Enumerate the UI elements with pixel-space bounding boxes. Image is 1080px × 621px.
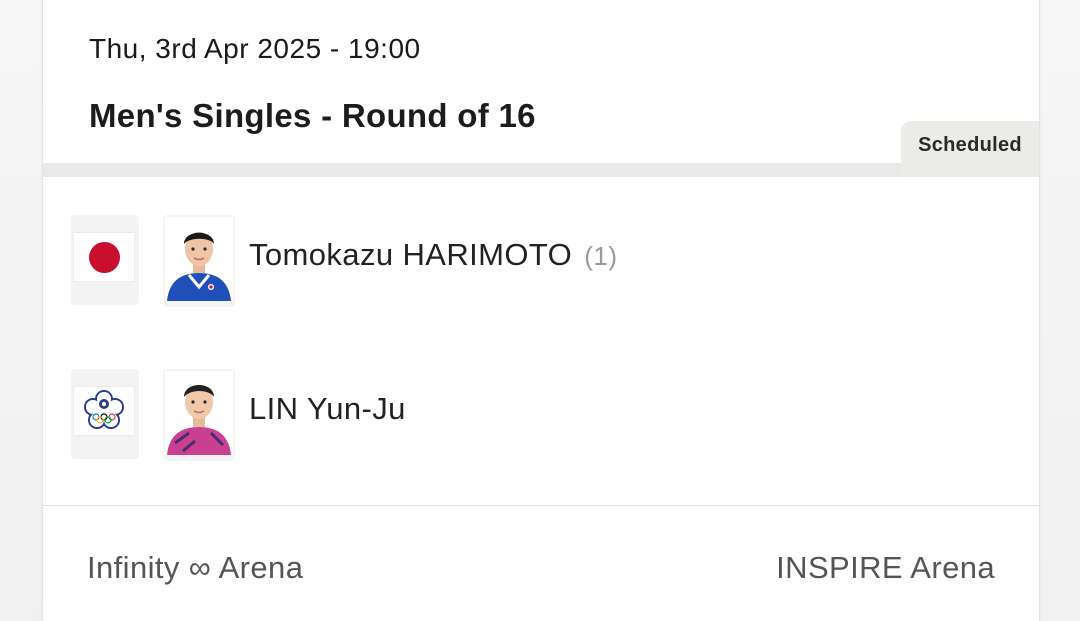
event-title: Men's Singles - Round of 16 <box>89 97 536 134</box>
player-avatar <box>165 371 233 455</box>
venue-name: Infinity ∞ Arena <box>87 550 304 585</box>
match-datetime: Thu, 3rd Apr 2025 - 19:00 <box>89 33 421 64</box>
header-band <box>43 163 1039 177</box>
status-badge: Scheduled <box>901 121 1039 177</box>
arena-name: INSPIRE Arena <box>776 550 995 585</box>
japan-flag-icon <box>73 232 135 282</box>
match-card[interactable]: Thu, 3rd Apr 2025 - 19:00 Men's Singles … <box>42 0 1040 621</box>
player-name[interactable]: Tomokazu HARIMOTO (1) <box>249 237 617 273</box>
match-header: Thu, 3rd Apr 2025 - 19:00 Men's Singles … <box>43 0 1039 177</box>
player-row[interactable]: Tomokazu HARIMOTO (1) <box>43 207 1039 317</box>
player-row[interactable]: LIN Yun-Ju <box>43 361 1039 471</box>
player-name-text: Tomokazu HARIMOTO <box>249 237 573 272</box>
japan-flag-disc <box>88 241 120 273</box>
chinese-taipei-flag-icon <box>73 386 135 436</box>
player-name-text: LIN Yun-Ju <box>249 391 406 426</box>
player-photo-icon <box>165 217 233 301</box>
player-avatar <box>165 217 233 301</box>
player-photo-icon <box>165 371 233 455</box>
players-list: Tomokazu HARIMOTO (1) LIN Yun-Ju <box>43 177 1039 505</box>
player-seed: (1) <box>584 241 618 271</box>
match-footer: Infinity ∞ Arena INSPIRE Arena <box>43 506 1039 621</box>
player-name[interactable]: LIN Yun-Ju <box>249 391 406 427</box>
plum-blossom-emblem-icon <box>84 390 124 429</box>
page: Thu, 3rd Apr 2025 - 19:00 Men's Singles … <box>0 0 1080 621</box>
